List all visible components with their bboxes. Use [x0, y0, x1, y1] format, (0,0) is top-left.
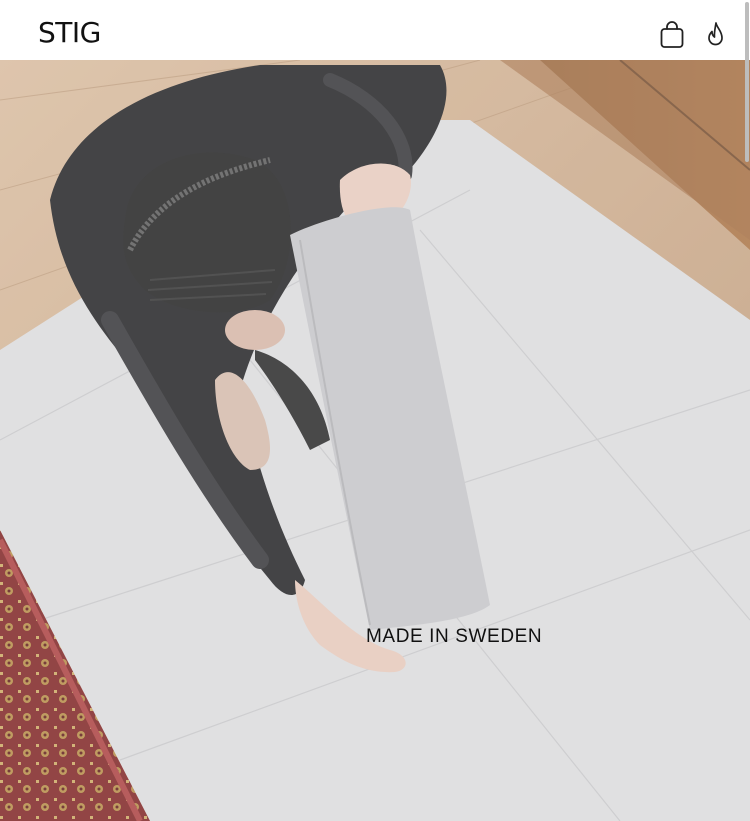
hero-caption: MADE IN SWEDEN — [366, 626, 543, 647]
hero-photo-illustration — [0, 60, 750, 821]
shopping-bag-icon[interactable] — [658, 20, 686, 50]
site-logo[interactable]: STIG — [38, 19, 101, 47]
flame-icon[interactable] — [702, 20, 730, 50]
site-header: STIG — [0, 0, 750, 60]
scrollbar-thumb[interactable] — [745, 2, 749, 162]
scrollbar[interactable] — [744, 0, 750, 821]
hero-image: MADE IN SWEDEN — [0, 60, 750, 821]
